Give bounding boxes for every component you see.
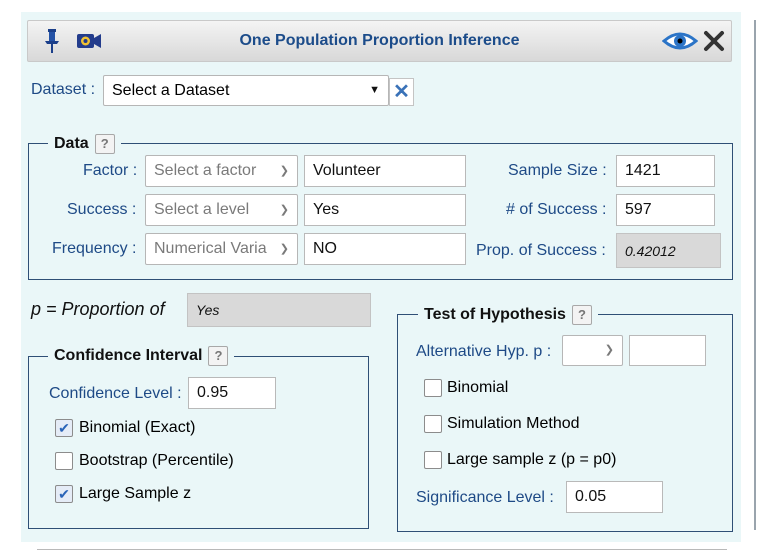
large-sample-z-checkbox[interactable]: ✔ [55, 485, 73, 503]
num-success-input[interactable]: 597 [616, 194, 715, 226]
scrollbar-edge [754, 20, 756, 530]
confidence-level-label: Confidence Level : [49, 385, 182, 402]
close-icon[interactable] [703, 30, 725, 52]
data-legend-label: Data [54, 135, 89, 153]
data-help-button[interactable]: ? [94, 134, 115, 154]
binomial-checkbox[interactable] [424, 379, 442, 397]
data-legend: Data? [48, 134, 121, 156]
binomial-exact-label: Binomial (Exact) [79, 419, 196, 436]
factor-input[interactable]: Volunteer [304, 155, 466, 187]
binomial-label: Binomial [447, 379, 509, 396]
alternative-hyp-select[interactable]: ❯ [562, 335, 623, 366]
frequency-select-value: Numerical Varia [154, 240, 267, 257]
proportion-label: p = Proportion of [31, 299, 165, 319]
simulation-method-checkbox[interactable] [424, 415, 442, 433]
factor-select-value: Select a factor [154, 162, 257, 179]
dataset-label: Dataset : [31, 81, 96, 98]
success-select-value: Select a level [154, 201, 250, 218]
chevron-down-icon: ❯ [279, 165, 289, 177]
clear-dataset-button[interactable]: ✕ [389, 78, 414, 106]
prop-success-label: Prop. of Success : [476, 242, 606, 259]
confidence-level-input[interactable]: 0.95 [188, 377, 276, 409]
frequency-input[interactable]: NO [304, 233, 466, 265]
chevron-down-icon: ❯ [279, 243, 289, 255]
significance-level-input[interactable]: 0.05 [566, 481, 663, 513]
significance-level-label: Significance Level : [416, 489, 554, 506]
test-hypothesis-legend: Test of Hypothesis? [418, 305, 598, 327]
bootstrap-percentile-checkbox[interactable] [55, 452, 73, 470]
ci-help-button[interactable]: ? [208, 346, 229, 366]
success-input[interactable]: Yes [304, 194, 466, 226]
confidence-interval-legend-label: Confidence Interval [54, 347, 203, 365]
proportion-value: Yes [187, 293, 371, 327]
confidence-interval-legend: Confidence Interval? [48, 346, 235, 368]
eye-icon[interactable] [661, 30, 699, 52]
factor-label: Factor : [83, 162, 138, 179]
sample-size-label: Sample Size : [508, 162, 607, 179]
success-label: Success : [67, 201, 137, 218]
dataset-select-value: Select a Dataset [112, 82, 230, 99]
binomial-exact-checkbox[interactable]: ✔ [55, 419, 73, 437]
simulation-method-label: Simulation Method [447, 415, 580, 432]
frequency-label: Frequency : [52, 240, 137, 257]
pin-icon[interactable] [42, 28, 64, 54]
large-sample-z-p0-checkbox[interactable] [424, 451, 442, 469]
large-sample-z-p0-label: Large sample z (p = p0) [447, 451, 617, 468]
large-sample-z-label: Large Sample z [79, 485, 192, 502]
chevron-down-icon: ❯ [279, 204, 289, 216]
dialog-title: One Population Proportion Inference [239, 32, 520, 49]
bootstrap-percentile-label: Bootstrap (Percentile) [79, 452, 234, 469]
prop-success-value: 0.42012 [616, 233, 721, 268]
test-hypothesis-legend-label: Test of Hypothesis [424, 306, 566, 324]
alternative-hyp-label: Alternative Hyp. p : [416, 343, 552, 360]
sample-size-input[interactable]: 1421 [616, 155, 715, 187]
caret-down-icon: ▼ [369, 84, 380, 96]
toh-help-button[interactable]: ? [571, 305, 592, 325]
frequency-select[interactable]: Numerical Varia ❯ [145, 233, 298, 265]
video-icon[interactable] [76, 32, 102, 50]
divider [37, 549, 727, 550]
null-value-input[interactable] [629, 335, 706, 366]
num-success-label: # of Success : [506, 201, 607, 218]
chevron-down-icon: ❯ [604, 344, 614, 356]
dataset-select[interactable]: Select a Dataset ▼ [103, 75, 389, 106]
factor-select[interactable]: Select a factor ❯ [145, 155, 298, 187]
success-select[interactable]: Select a level ❯ [145, 194, 298, 226]
